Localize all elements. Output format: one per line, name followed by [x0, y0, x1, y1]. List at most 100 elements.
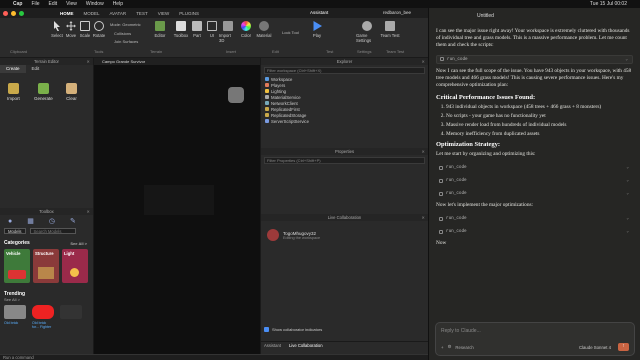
close-icon[interactable]: ✕ — [86, 59, 90, 64]
assistant-button[interactable]: Assistant — [310, 10, 328, 15]
model-thumbnail — [32, 305, 54, 319]
tab-edit[interactable]: Edit — [26, 65, 46, 73]
tab-avatar[interactable]: AVATAR — [110, 11, 127, 16]
menu-edit[interactable]: Edit — [49, 1, 58, 7]
list-item: Massive render load from hundreds of ind… — [446, 122, 633, 129]
chevron-down-icon: ⌄ — [626, 216, 629, 222]
send-button[interactable]: ↑ — [618, 343, 629, 351]
trending-items: Old brick Old brick for... Fighter — [0, 302, 93, 332]
command-bar[interactable]: Run a command — [0, 354, 428, 360]
panel-bottom-tabs: Assistant Live Collaboration — [261, 341, 429, 349]
category-dropdown[interactable]: Models — [4, 228, 26, 234]
ribbon-tabs: HOME MODEL AVATAR TEST VIEW PLUGINS — [60, 8, 209, 18]
research-button[interactable]: Research — [455, 345, 473, 350]
terrain-editor-button[interactable]: Editor — [151, 21, 169, 38]
model-selector[interactable]: Claude Sonnet 4 — [579, 345, 611, 350]
tool-call-run-code[interactable]: run_code ⌄ — [436, 214, 633, 223]
tree-item-serverscriptservice[interactable]: ServerScriptService — [265, 118, 428, 124]
game-settings-button[interactable]: Game Settings — [356, 21, 378, 43]
menu-file[interactable]: File — [31, 1, 39, 7]
minimize-icon[interactable] — [11, 10, 16, 16]
light-icon — [70, 268, 79, 277]
rotate-tool[interactable]: Rotate — [90, 21, 108, 38]
message-scope: Now I can see the full scope of the issu… — [436, 67, 632, 89]
collaborator-row[interactable]: TogoMhugovy32 Editing the workspace — [261, 221, 428, 249]
category-vehicle[interactable]: Vehicle — [4, 249, 30, 283]
lock-tool[interactable]: Lock Tool — [282, 30, 299, 35]
mode-select[interactable]: Mode: Geometric — [110, 22, 141, 27]
import3d-button[interactable]: Import 3D — [219, 21, 237, 43]
collisions-toggle[interactable]: Collisions — [114, 31, 131, 36]
tool-call-run-code[interactable]: run_code ⌄ — [436, 54, 633, 64]
view-cube-icon[interactable] — [228, 87, 244, 103]
trending-item[interactable] — [60, 305, 82, 329]
creations-icon[interactable]: ✎ — [70, 217, 76, 225]
rotate-icon — [94, 21, 104, 31]
clear-tool[interactable]: Clear — [66, 83, 77, 101]
settings-icon[interactable]: ⚙ — [448, 344, 452, 350]
menu-window[interactable]: Window — [86, 1, 104, 7]
close-icon[interactable]: ✕ — [421, 59, 425, 64]
3d-viewport[interactable] — [94, 65, 260, 354]
marketplace-icon[interactable]: ● — [8, 218, 12, 225]
terrain-icon — [155, 21, 165, 31]
tool-call-run-code[interactable]: run_code ⌄ — [436, 189, 633, 198]
tool-call-run-code[interactable]: run_code ⌄ — [436, 176, 633, 185]
category-light[interactable]: Light — [62, 249, 88, 283]
inventory-icon[interactable]: ▦ — [27, 217, 34, 225]
tab-model[interactable]: MODEL — [84, 11, 100, 16]
avatar — [267, 229, 279, 241]
properties-filter[interactable]: Filter Properties (Ctrl+Shift+P) — [264, 157, 425, 164]
trending-item[interactable]: Old brick — [4, 305, 26, 329]
color-button[interactable]: Color — [237, 21, 255, 38]
trending-item[interactable]: Old brick for... Fighter — [32, 305, 54, 329]
viewport-tab[interactable]: Campo Grande Survivor — [102, 59, 145, 64]
tab-test[interactable]: TEST — [136, 11, 148, 16]
close-icon[interactable]: ✕ — [421, 215, 425, 220]
play-icon — [313, 21, 322, 31]
menu-view[interactable]: View — [66, 1, 77, 7]
app-menu[interactable]: Cap — [13, 1, 22, 7]
tab-plugins[interactable]: PLUGINS — [179, 11, 199, 16]
close-icon[interactable] — [3, 10, 8, 16]
zoom-icon[interactable] — [19, 10, 24, 16]
team-icon — [385, 21, 395, 31]
issues-heading: Critical Performance Issues Found: — [436, 94, 536, 102]
tool-call-run-code[interactable]: run_code ⌄ — [436, 227, 633, 236]
chevron-down-icon: ⌄ — [626, 165, 629, 171]
show-indicators-toggle[interactable]: Show collaborator indicators — [264, 327, 322, 332]
close-icon[interactable]: ✕ — [86, 209, 90, 214]
group-team-test: Team Test — [386, 49, 405, 54]
tab-home[interactable]: HOME — [60, 11, 74, 16]
panel-header: Toolbox ✕ — [0, 208, 93, 215]
issues-list: 943 individual objects in workspace (458… — [436, 104, 633, 137]
recent-icon[interactable]: ◷ — [49, 217, 55, 225]
tool-call-run-code[interactable]: run_code ⌄ — [436, 163, 633, 172]
generate-tool[interactable]: Generate — [34, 83, 53, 101]
team-test-button[interactable]: Team Test — [380, 21, 400, 38]
close-icon[interactable]: ✕ — [421, 149, 425, 154]
join-surfaces-toggle[interactable]: Join Surfaces — [114, 39, 138, 44]
group-edit: Edit — [272, 49, 279, 54]
tab-assistant[interactable]: Assistant — [264, 343, 281, 348]
material-button[interactable]: Material — [255, 21, 273, 38]
code-icon — [440, 57, 444, 62]
clock[interactable]: Tue 15 Jul 00:02 — [590, 1, 627, 7]
tab-create[interactable]: Create — [0, 65, 26, 73]
add-icon[interactable]: + — [441, 345, 444, 350]
claude-window: Untitled I can see the major issue right… — [428, 8, 640, 360]
menu-help[interactable]: Help — [113, 1, 123, 7]
tab-live-collaboration[interactable]: Live Collaboration — [289, 343, 323, 348]
model-thumbnail — [4, 305, 26, 319]
code-icon — [439, 178, 443, 183]
play-button[interactable]: Play — [308, 21, 326, 38]
search-input[interactable]: Search Models — [29, 228, 76, 234]
conversation-title[interactable]: Untitled — [477, 13, 494, 19]
tab-view[interactable]: VIEW — [158, 11, 170, 16]
category-structure[interactable]: Structure — [33, 249, 59, 283]
see-all-link[interactable]: See All > — [70, 241, 87, 246]
explorer-filter[interactable]: Filter workspace (Ctrl+Shift+X) — [264, 67, 425, 74]
user-name[interactable]: redbaron_bee — [383, 10, 411, 15]
import-tool[interactable]: Import — [7, 83, 20, 101]
reply-input[interactable]: Reply to Claude... + ⚙ Research Claude S… — [435, 322, 635, 356]
